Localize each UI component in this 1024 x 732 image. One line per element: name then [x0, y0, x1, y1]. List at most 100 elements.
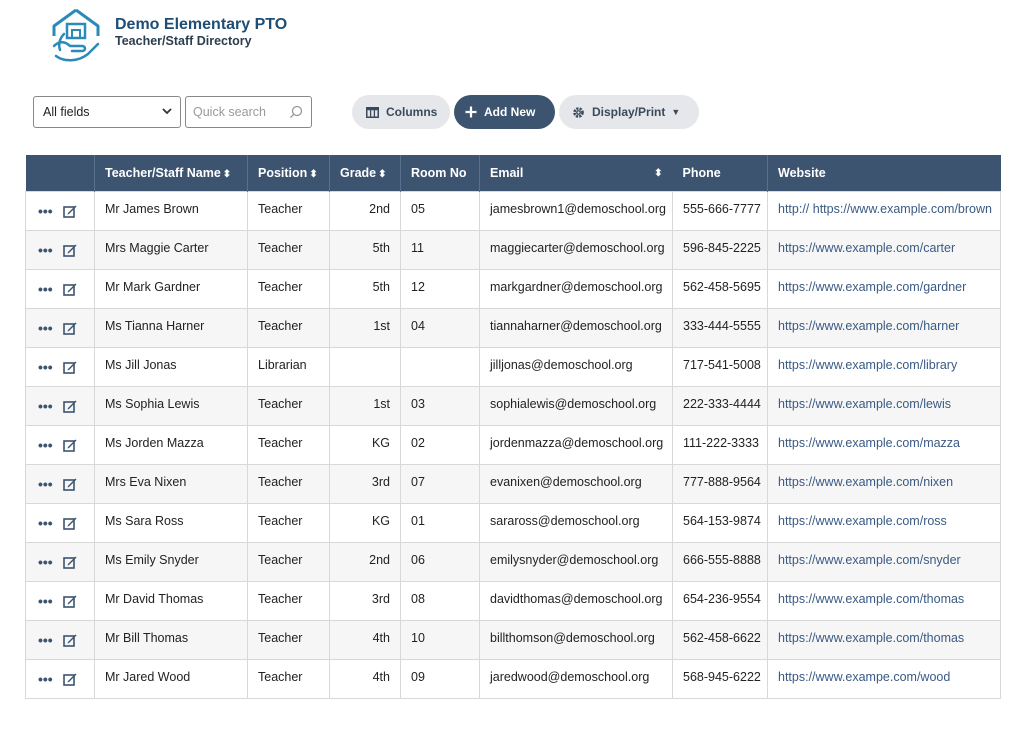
table-row[interactable]: ••• Ms Sophia Lewis Teacher 1st 03 sophialewi… [25, 386, 1001, 426]
more-options-icon[interactable]: ••• [38, 438, 53, 452]
more-options-icon[interactable]: ••• [38, 360, 53, 374]
cell-website[interactable]: https://www.example.com/ross [767, 503, 1001, 543]
more-options-icon[interactable]: ••• [38, 672, 53, 686]
table-row[interactable]: ••• Ms Tianna Harner Teacher 1st 04 tiannahar… [25, 308, 1001, 348]
cell-email[interactable]: sophialewis@demoschool.org [479, 386, 673, 426]
cell-email[interactable]: evanixen@demoschool.org [479, 464, 673, 504]
edit-icon[interactable] [62, 282, 77, 296]
cell-website[interactable]: https://www.example.com/thomas [767, 620, 1001, 660]
edit-icon[interactable] [62, 555, 77, 569]
edit-icon[interactable] [62, 633, 77, 647]
cell-room: 06 [400, 542, 480, 582]
cell-name: Mr Mark Gardner [94, 269, 248, 309]
cell-email[interactable]: jamesbrown1@demoschool.org [479, 191, 673, 231]
cell-email[interactable]: emilysnyder@demoschool.org [479, 542, 673, 582]
cell-grade: 3rd [329, 581, 401, 621]
table-row[interactable]: ••• Mrs Maggie Carter Teacher 5th 11 maggieca… [25, 230, 1001, 270]
cell-email[interactable]: davidthomas@demoschool.org [479, 581, 673, 621]
cell-grade: 5th [329, 230, 401, 270]
cell-website[interactable]: https://www.example.com/gardner [767, 269, 1001, 309]
house-hands-logo-icon [52, 8, 100, 62]
more-options-icon[interactable]: ••• [38, 399, 53, 413]
edit-icon[interactable] [62, 243, 77, 257]
column-header-grade[interactable]: Grade ⬍ [329, 155, 401, 192]
cell-room: 03 [400, 386, 480, 426]
cell-email[interactable]: jaredwood@demoschool.org [479, 659, 673, 699]
columns-button[interactable]: Columns [352, 95, 450, 129]
table-row[interactable]: ••• Mr David Thomas Teacher 3rd 08 davidthoma… [25, 581, 1001, 621]
cell-email[interactable]: billthomson@demoschool.org [479, 620, 673, 660]
column-header-name[interactable]: Teacher/Staff Name ⬍ [94, 155, 248, 192]
cell-phone: 555-666-7777 [672, 191, 768, 231]
column-header-email[interactable]: Email ⬍ [480, 155, 673, 191]
more-options-icon[interactable]: ••• [38, 633, 53, 647]
table-row[interactable]: ••• Ms Jorden Mazza Teacher KG 02 jordenmazza… [25, 425, 1001, 465]
edit-icon[interactable] [62, 360, 77, 374]
cell-website[interactable]: https://www.example.com/harner [767, 308, 1001, 348]
more-options-icon[interactable]: ••• [38, 282, 53, 296]
cell-grade: KG [329, 425, 401, 465]
table-row[interactable]: ••• Ms Sara Ross Teacher KG 01 saraross@demos… [25, 503, 1001, 543]
cell-website[interactable]: https://www.example.com/library [767, 347, 1001, 387]
table-row[interactable]: ••• Mr Jared Wood Teacher 4th 09 jaredwood@de… [25, 659, 1001, 699]
edit-icon[interactable] [62, 477, 77, 491]
cell-website[interactable]: https://www.example.com/lewis [767, 386, 1001, 426]
edit-icon[interactable] [62, 594, 77, 608]
cell-website[interactable]: http:// https://www.example.com/brown [767, 191, 1001, 231]
quick-search-input[interactable]: Quick search [185, 96, 312, 128]
table-row[interactable]: ••• Ms Emily Snyder Teacher 2nd 06 emilysnyde… [25, 542, 1001, 582]
cell-name: Mrs Maggie Carter [94, 230, 248, 270]
table-row[interactable]: ••• Mrs Eva Nixen Teacher 3rd 07 evanixen@dem… [25, 464, 1001, 504]
sort-icon: ⬍ [309, 169, 318, 180]
caret-down-icon: ▼ [671, 107, 681, 117]
cell-name: Ms Sara Ross [94, 503, 248, 543]
cell-email[interactable]: saraross@demoschool.org [479, 503, 673, 543]
edit-icon[interactable] [62, 516, 77, 530]
cell-website[interactable]: https://www.example.com/mazza [767, 425, 1001, 465]
more-options-icon[interactable]: ••• [38, 243, 53, 257]
search-field-select[interactable]: All fields [33, 96, 181, 128]
add-new-button[interactable]: Add New [454, 95, 555, 129]
edit-icon[interactable] [62, 204, 77, 218]
more-options-icon[interactable]: ••• [38, 477, 53, 491]
edit-icon[interactable] [62, 438, 77, 452]
more-options-icon[interactable]: ••• [38, 555, 53, 569]
cell-email[interactable]: jordenmazza@demoschool.org [479, 425, 673, 465]
table-row[interactable]: ••• Mr Mark Gardner Teacher 5th 12 markgardne… [25, 269, 1001, 309]
cell-email[interactable]: maggiecarter@demoschool.org [479, 230, 673, 270]
table-row[interactable]: ••• Mr Bill Thomas Teacher 4th 10 billthomson… [25, 620, 1001, 660]
cell-phone: 562-458-5695 [672, 269, 768, 309]
row-actions: ••• [25, 620, 95, 660]
table-row[interactable]: ••• Mr James Brown Teacher 2nd 05 jamesbrown1… [25, 191, 1001, 231]
more-options-icon[interactable]: ••• [38, 516, 53, 530]
cell-website[interactable]: https://www.example.com/thomas [767, 581, 1001, 621]
edit-icon[interactable] [62, 399, 77, 413]
edit-icon[interactable] [62, 672, 77, 686]
cell-position: Teacher [247, 425, 330, 465]
column-header-room[interactable]: Room No [400, 155, 480, 192]
cell-grade: 1st [329, 308, 401, 348]
table-row[interactable]: ••• Ms Jill Jonas Librarian jilljonas@demos… [25, 347, 1001, 387]
more-options-icon[interactable]: ••• [38, 594, 53, 608]
column-header-website[interactable]: Website [767, 155, 1001, 192]
edit-icon[interactable] [62, 321, 77, 335]
row-actions: ••• [25, 659, 95, 699]
cell-email[interactable]: jilljonas@demoschool.org [479, 347, 673, 387]
row-actions: ••• [25, 347, 95, 387]
cell-website[interactable]: https://www.example.com/nixen [767, 464, 1001, 504]
display-print-button[interactable]: Display/Print ▼ [559, 95, 699, 129]
cell-phone: 564-153-9874 [672, 503, 768, 543]
cell-email[interactable]: tiannaharner@demoschool.org [479, 308, 673, 348]
org-title: Demo Elementary PTO [115, 16, 288, 33]
cell-website[interactable]: https://www.example.com/carter [767, 230, 1001, 270]
cell-phone: 333-444-5555 [672, 308, 768, 348]
more-options-icon[interactable]: ••• [38, 204, 53, 218]
cell-website[interactable]: https://www.example.com/snyder [767, 542, 1001, 582]
cell-website[interactable]: https://www.exampe.com/wood [767, 659, 1001, 699]
column-header-position[interactable]: Position ⬍ [247, 155, 330, 192]
more-options-icon[interactable]: ••• [38, 321, 53, 335]
cell-phone: 596-845-2225 [672, 230, 768, 270]
cell-email[interactable]: markgardner@demoschool.org [479, 269, 673, 309]
column-header-phone[interactable]: Phone [672, 155, 768, 192]
display-print-label: Display/Print [592, 105, 666, 119]
